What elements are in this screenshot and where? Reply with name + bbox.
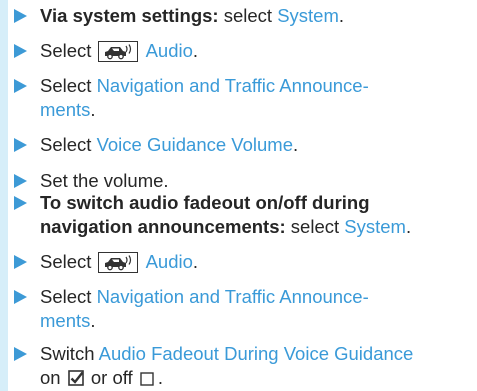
step-tail: .: [157, 366, 163, 388]
step-prefix: Select: [40, 134, 97, 155]
step-connector: select: [285, 215, 345, 237]
step-connector: select: [218, 5, 278, 26]
step-text: Select Audio.: [40, 250, 470, 274]
step-text: Via system settings: select System.: [40, 4, 470, 28]
navigation-announcements-link-continued: ments: [40, 98, 91, 120]
step-prefix: Select: [40, 251, 97, 272]
navigation-announcements-link-continued: ments: [40, 309, 91, 331]
margin-highlight-bar: [0, 0, 8, 391]
bullet-triangle-icon: [14, 44, 27, 58]
voice-guidance-volume-link: Voice Guidance Volume: [96, 134, 293, 155]
step-prefix: Select: [40, 286, 97, 307]
section-lead-line1: To switch audio fadeout on/off during: [40, 192, 370, 213]
step-text: Switch Audio Fadeout During Voice Guidan…: [40, 342, 470, 389]
car-audio-icon: [97, 252, 138, 273]
bullet-triangle-icon: [14, 290, 27, 304]
bullet-triangle-icon: [14, 79, 27, 93]
bullet-triangle-icon: [14, 196, 27, 210]
checkbox-empty-icon: [140, 368, 156, 386]
audio-fadeout-setting-link: Audio Fadeout During Voice Guidance: [98, 343, 414, 364]
audio-menu-link: Audio: [145, 251, 193, 272]
checkbox-checked-icon: [67, 368, 84, 386]
step-lead: Via system settings:: [40, 5, 219, 26]
step-prefix: Select: [40, 40, 97, 61]
step-prefix: Select: [40, 75, 97, 96]
step-text: Select Navigation and Traffic Announce-m…: [40, 74, 470, 121]
step-tail: .: [293, 134, 299, 155]
bullet-triangle-icon: [14, 347, 27, 361]
system-menu-link: System: [277, 5, 339, 26]
navigation-announcements-link: Navigation and Traffic Announce-: [96, 286, 369, 307]
step-tail: .: [338, 5, 345, 26]
step-tail: .: [90, 98, 96, 120]
step-text: Select Voice Guidance Volume.: [40, 133, 470, 157]
bullet-triangle-icon: [14, 9, 27, 23]
navigation-announcements-link: Navigation and Traffic Announce-: [96, 75, 369, 96]
car-audio-icon: [97, 41, 138, 62]
system-menu-link: System: [344, 215, 406, 237]
step-text: Select Navigation and Traffic Announce-m…: [40, 285, 470, 332]
step-tail: .: [90, 309, 96, 331]
step-text: Set the volume.: [40, 169, 470, 193]
step-tail: .: [192, 40, 199, 61]
bullet-triangle-icon: [14, 255, 27, 269]
step-connector: or off: [85, 366, 138, 388]
step-tail: .: [192, 251, 199, 272]
step-prefix: Switch: [40, 343, 99, 364]
bullet-triangle-icon: [14, 174, 27, 188]
step-tail: .: [405, 215, 412, 237]
section-lead-line2: navigation announcements:: [40, 215, 286, 237]
audio-menu-link: Audio: [145, 40, 193, 61]
step-text: Select Audio.: [40, 39, 470, 63]
step-plain-text: Set the volume.: [40, 170, 169, 191]
step-prefix: on: [40, 366, 66, 388]
step-text: To switch audio fadeout on/off during nav…: [40, 191, 470, 238]
bullet-triangle-icon: [14, 138, 27, 152]
